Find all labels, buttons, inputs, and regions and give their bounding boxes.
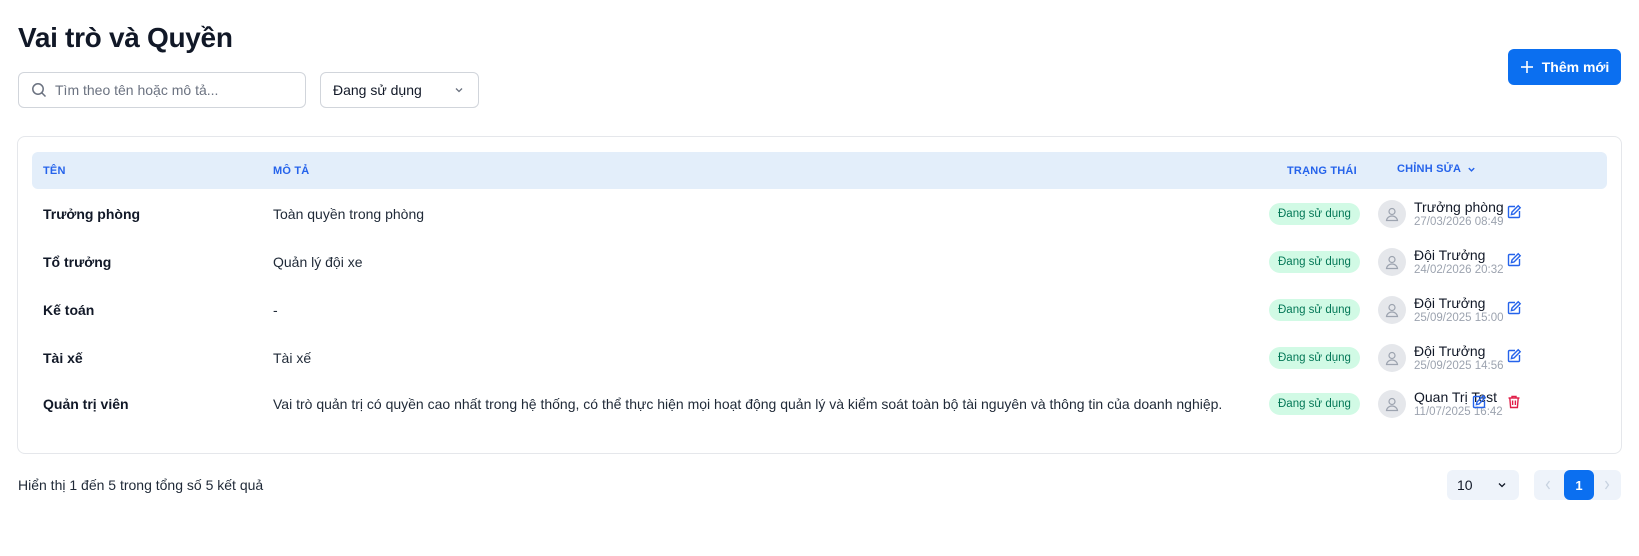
delete-button[interactable] [1503, 393, 1525, 415]
user-avatar-icon [1378, 200, 1406, 228]
edit-button[interactable] [1503, 347, 1525, 369]
role-description: Toàn quyền trong phòng [273, 206, 425, 222]
role-description: Tài xế [273, 350, 312, 366]
table-row: Tổ trưởng Quản lý đội xe Đang sử dụng Đội T… [32, 237, 1607, 287]
add-new-label: Thêm mới [1541, 59, 1610, 75]
role-name: Trưởng phòng [43, 206, 141, 222]
table-row: Quản trị viên Vai trò quản trị có quyền c… [32, 379, 1607, 429]
header-status: TRẠNG THÁI [1287, 165, 1357, 177]
status-badge: Đang sử dụng [1269, 393, 1360, 415]
header-name: TÊN [43, 165, 66, 177]
table-row: Trưởng phòng Toàn quyền trong phòng Đang s… [32, 189, 1607, 239]
chevron-down-icon [455, 88, 463, 93]
user-avatar-icon [1378, 296, 1406, 324]
last-editor: Trưởng phòng 27/03/2026 08:49 [1378, 199, 1504, 229]
status-badge: Đang sử dụng [1269, 251, 1360, 273]
status-badge: Đang sử dụng [1269, 299, 1360, 321]
page-button-current[interactable]: 1 [1564, 470, 1594, 500]
status-badge: Đang sử dụng [1269, 203, 1360, 225]
plus-icon [1520, 61, 1533, 73]
role-name: Tài xế [43, 350, 83, 366]
edited-time: 27/03/2026 08:49 [1414, 216, 1504, 228]
trash-icon [1506, 394, 1522, 415]
search-input[interactable] [55, 82, 295, 98]
editor-name: Đội Trưởng [1414, 247, 1486, 263]
table-row: Tài xế Tài xế Đang sử dụng Đội Trưởng 25/09/… [32, 333, 1607, 383]
page-size-value: 10 [1457, 477, 1473, 493]
chevron-down-icon [1498, 483, 1506, 488]
chevron-down-icon [1468, 167, 1475, 172]
edit-button[interactable] [1468, 393, 1490, 415]
status-filter-value: Đang sử dụng [333, 82, 422, 98]
editor-name: Đội Trưởng [1414, 295, 1486, 311]
header-description: MÔ TẢ [273, 165, 310, 177]
edit-button[interactable] [1503, 251, 1525, 273]
role-description: Vai trò quản trị có quyền cao nhất trong… [273, 396, 1223, 412]
edit-icon [1506, 252, 1522, 273]
edit-button[interactable] [1503, 299, 1525, 321]
page-title: Vai trò và Quyền [18, 22, 233, 53]
chevron-right-icon[interactable] [1601, 478, 1613, 492]
last-editor: Đội Trưởng 24/02/2026 20:32 [1378, 247, 1504, 277]
search-icon [32, 83, 47, 98]
last-editor: Đội Trưởng 25/09/2025 14:56 [1378, 343, 1504, 373]
page-size-select[interactable]: 10 [1447, 470, 1519, 500]
status-badge: Đang sử dụng [1269, 347, 1360, 369]
edit-icon [1471, 394, 1487, 415]
search-box[interactable] [18, 72, 306, 108]
table-row: Kế toán - Đang sử dụng Đội Trưởng 25/09/2025… [32, 285, 1607, 335]
user-avatar-icon [1378, 248, 1406, 276]
role-name: Kế toán [43, 302, 95, 318]
edit-icon [1506, 348, 1522, 369]
editor-name: Trưởng phòng [1414, 199, 1504, 215]
role-description: Quản lý đội xe [273, 254, 363, 270]
edited-time: 25/09/2025 15:00 [1414, 312, 1504, 324]
add-new-button[interactable]: Thêm mới [1508, 49, 1621, 85]
last-editor: Đội Trưởng 25/09/2025 15:00 [1378, 295, 1504, 325]
edit-icon [1506, 204, 1522, 225]
role-name: Tổ trưởng [43, 254, 112, 270]
edited-time: 24/02/2026 20:32 [1414, 264, 1504, 276]
editor-name: Đội Trưởng [1414, 343, 1486, 359]
edit-button[interactable] [1503, 203, 1525, 225]
pagination: 1 [1534, 470, 1621, 500]
edited-time: 25/09/2025 14:56 [1414, 360, 1504, 372]
user-avatar-icon [1378, 344, 1406, 372]
role-description: - [273, 302, 278, 318]
roles-table: TÊN MÔ TẢ TRẠNG THÁI CHỈNH SỬA Trưởng ph… [17, 136, 1622, 454]
role-name: Quản trị viên [43, 396, 129, 412]
header-edited-sort[interactable]: CHỈNH SỬA [1397, 163, 1476, 175]
status-filter-select[interactable]: Đang sử dụng [320, 72, 479, 108]
user-avatar-icon [1378, 390, 1406, 418]
results-summary: Hiển thị 1 đến 5 trong tổng số 5 kết quả [18, 477, 264, 493]
table-header: TÊN MÔ TẢ TRẠNG THÁI CHỈNH SỬA [32, 152, 1607, 189]
chevron-left-icon[interactable] [1542, 478, 1554, 492]
header-edited: CHỈNH SỬA [1397, 163, 1462, 175]
edit-icon [1506, 300, 1522, 321]
